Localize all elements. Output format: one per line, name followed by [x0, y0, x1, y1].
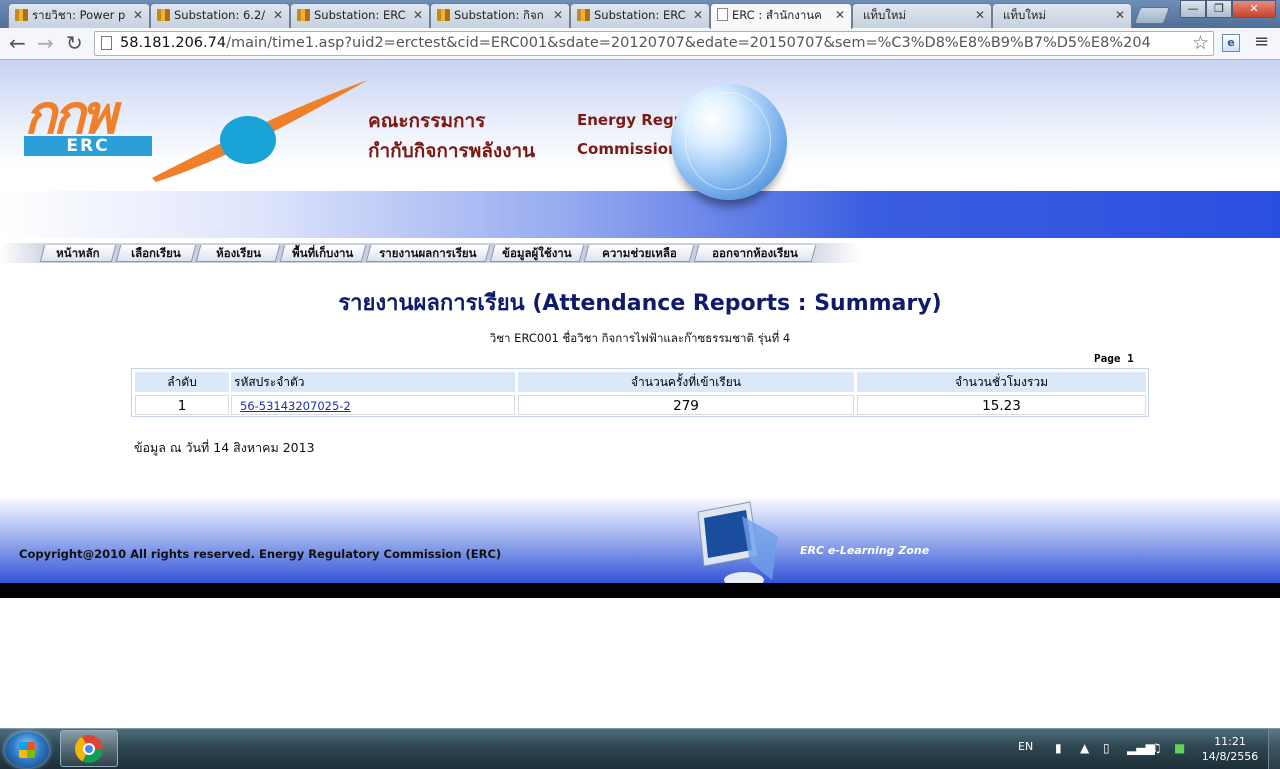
page-title: รายงานผลการเรียน (Attendance Reports : S… — [338, 291, 942, 316]
site-footer: Copyright@2010 All rights reserved. Ener… — [0, 496, 1280, 588]
browser-toolbar: ← → ↻ 58.181.206.74/main/time1.asp?uid2=… — [0, 28, 1280, 60]
tab-1[interactable]: รายวิชา: Power p ✕ — [8, 3, 150, 28]
url-path: /main/time1.asp?uid2=erctest&cid=ERC001&… — [226, 35, 1151, 51]
book-icon — [577, 9, 590, 21]
forward-arrow-icon[interactable]: → — [37, 32, 54, 54]
thai-title-line2: กำกับกิจการพลังงาน — [368, 140, 536, 162]
logo-swoosh-icon — [152, 80, 368, 182]
nav-home[interactable]: หน้าหลัก — [39, 245, 117, 262]
close-tab-icon[interactable]: ✕ — [693, 4, 703, 26]
nav-user-info[interactable]: ข้อมูลผู้ใช้งาน — [489, 245, 585, 262]
erc-logo-sub: ERC — [24, 136, 152, 156]
book-icon — [437, 9, 450, 21]
show-hidden-icons-icon[interactable]: ▲ — [1080, 741, 1089, 755]
maximize-button[interactable]: ❐ — [1206, 0, 1232, 18]
url-text: 58.181.206.74/main/time1.asp?uid2=erctes… — [120, 34, 1151, 53]
clock[interactable]: 11:21 14/8/2556 — [1200, 734, 1260, 764]
elearning-zone-label: ERC e-Learning Zone — [800, 544, 930, 557]
start-button[interactable] — [5, 732, 49, 768]
course-info: วิชา ERC001 ชื่อวิชา กิจการไฟฟ้าและก๊าซธ… — [489, 331, 791, 345]
close-tab-icon[interactable]: ✕ — [835, 4, 845, 26]
taskbar: EN ▮ ▲ ▯ ▂▄▆ ♫ ■ 11:21 14/8/2556 — [0, 728, 1280, 769]
cell-attendance-count: 279 — [518, 395, 854, 415]
monitor-icon — [697, 501, 778, 588]
nav-classroom[interactable]: ห้องเรียน — [195, 245, 281, 262]
cell-no: 1 — [135, 395, 229, 415]
clock-date: 14/8/2556 — [1201, 750, 1259, 763]
chrome-icon — [75, 735, 103, 763]
data-as-of-date: ข้อมูล ณ วันที่ 14 สิงหาคม 2013 — [134, 440, 315, 455]
close-tab-icon[interactable]: ✕ — [413, 4, 423, 26]
close-tab-icon[interactable]: ✕ — [133, 4, 143, 26]
thai-title-line1: คณะกรรมการ — [368, 110, 486, 132]
nav-help[interactable]: ความช่วยเหลือ — [583, 245, 695, 262]
page-number: Page 1 — [1094, 352, 1134, 365]
copyright-text: Copyright@2010 All rights reserved. Ener… — [19, 547, 502, 561]
page-icon — [101, 36, 112, 50]
student-id-link[interactable]: 56-53143207025-2 — [235, 399, 351, 413]
close-tab-icon[interactable]: ✕ — [553, 4, 563, 26]
erc-logo: กกพ — [24, 83, 117, 146]
book-icon — [297, 9, 310, 21]
page-icon — [717, 8, 728, 21]
header-student-id: รหัสประจำตัว — [231, 372, 515, 392]
nav-storage[interactable]: พื้นที่เก็บงาน — [279, 245, 367, 262]
close-tab-icon[interactable]: ✕ — [975, 4, 985, 26]
cell-total-hours: 15.23 — [857, 395, 1146, 415]
close-tab-icon[interactable]: ✕ — [1115, 4, 1125, 26]
nav-reports[interactable]: รายงานผลการเรียน — [365, 245, 491, 262]
browser-tab-strip: รายวิชา: Power p ✕ Substation: 6.2/✕ Subs… — [0, 0, 1280, 29]
header-attendance-count: จำนวนครั้งที่เข้าเรียน — [518, 372, 854, 392]
close-tab-icon[interactable]: ✕ — [273, 4, 283, 26]
attendance-table: ลำดับ รหัสประจำตัว จำนวนครั้งที่เข้าเรีย… — [131, 368, 1149, 417]
usb-icon[interactable]: ▮ — [1055, 741, 1062, 755]
taskbar-chrome-button[interactable] — [60, 730, 118, 767]
header-no: ลำดับ — [135, 372, 229, 392]
show-desktop-button[interactable] — [1268, 729, 1280, 769]
book-icon — [15, 9, 28, 21]
close-window-button[interactable]: ✕ — [1232, 0, 1276, 18]
reload-icon[interactable]: ↻ — [66, 32, 83, 54]
header-total-hours: จำนวนชั่วโมงรวม — [857, 372, 1146, 392]
app-tray-icon[interactable]: ■ — [1174, 741, 1185, 755]
globe-icon — [671, 84, 787, 200]
book-icon — [157, 9, 170, 21]
footer-bar — [0, 583, 1280, 598]
cell-student-id: 56-53143207025-2 — [231, 395, 515, 415]
nav-exit-classroom[interactable]: ออกจากห้องเรียน — [693, 245, 817, 262]
language-indicator[interactable]: EN — [1018, 740, 1033, 753]
back-arrow-icon[interactable]: ← — [9, 32, 26, 54]
site-banner: กกพ ERC คณะกรรมการ กำกับกิจการพลังงาน En… — [0, 60, 1280, 238]
main-nav: หน้าหลัก เลือกเรียน ห้องเรียน พื้นที่เก็… — [0, 243, 860, 263]
bookmark-star-icon[interactable]: ☆ — [1192, 32, 1209, 54]
clock-time: 11:21 — [1214, 735, 1246, 748]
tab-active-erc[interactable]: ERC : สำนักงานค ✕ — [710, 3, 852, 29]
tab-3[interactable]: Substation: ERC ✕ — [290, 3, 430, 28]
extension-icon[interactable]: e — [1222, 34, 1240, 52]
address-bar[interactable]: 58.181.206.74/main/time1.asp?uid2=erctes… — [94, 31, 1214, 56]
banner-stripe — [0, 191, 1280, 238]
minimize-button[interactable]: — — [1180, 0, 1206, 18]
volume-icon[interactable]: ♫ — [1151, 741, 1162, 755]
battery-icon[interactable]: ▯ — [1103, 741, 1110, 755]
tab-4[interactable]: Substation: กิจก ✕ — [430, 3, 570, 28]
tab-2[interactable]: Substation: 6.2/✕ — [150, 3, 290, 28]
menu-icon[interactable]: ≡ — [1254, 31, 1269, 52]
nav-select-course[interactable]: เลือกเรียน — [115, 245, 197, 262]
url-host: 58.181.206.74 — [120, 35, 227, 51]
web-page: กกพ ERC คณะกรรมการ กำกับกิจการพลังงาน En… — [0, 60, 1280, 728]
tab-new-2[interactable]: แท็บใหม่ ✕ — [992, 3, 1132, 28]
new-tab-button[interactable] — [1133, 7, 1171, 24]
tab-5[interactable]: Substation: ERC ✕ — [570, 3, 710, 28]
tab-new-1[interactable]: แท็บใหม่ ✕ — [852, 3, 992, 28]
